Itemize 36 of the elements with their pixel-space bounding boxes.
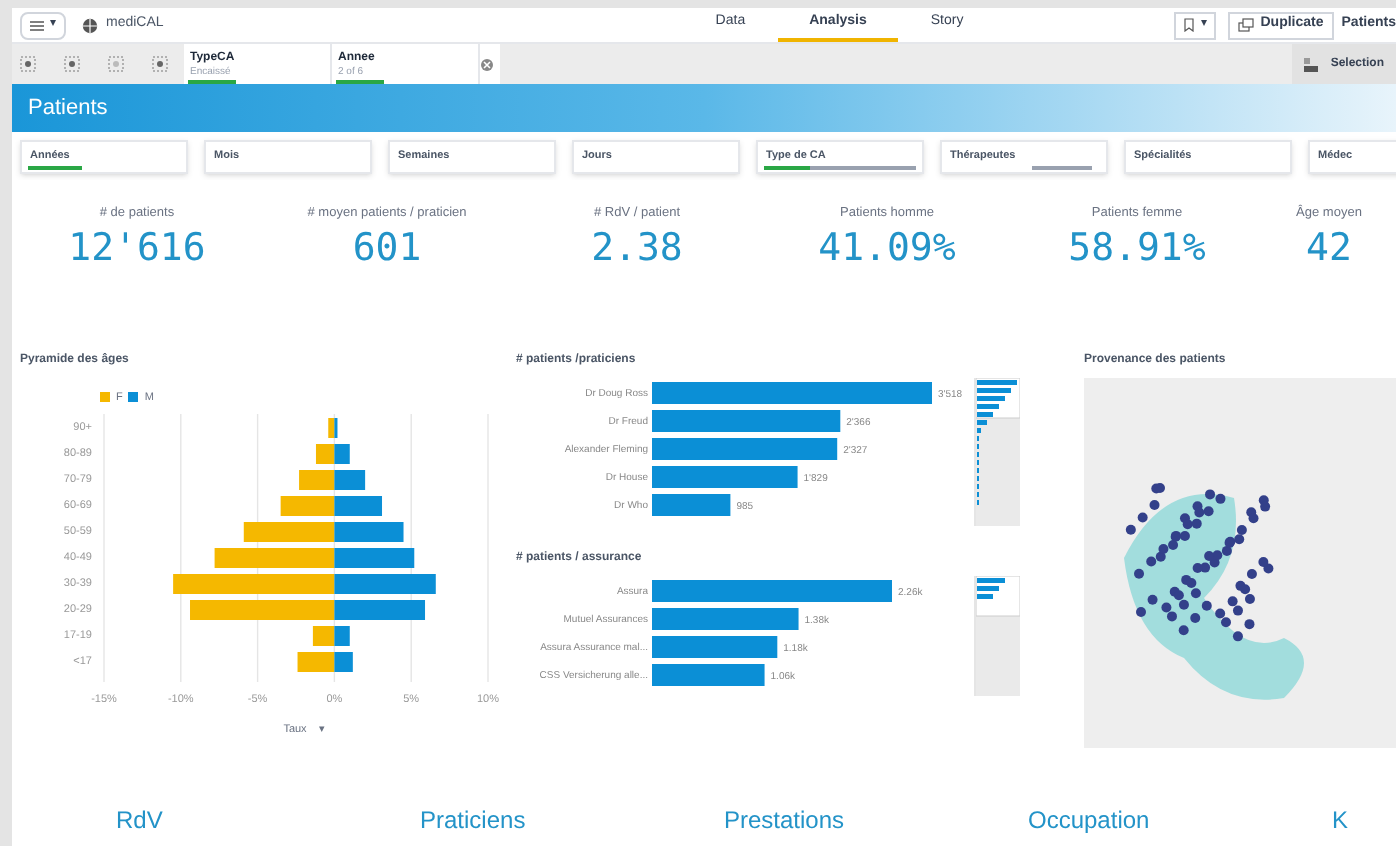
legend-swatch [100, 392, 110, 403]
legend-swatch [128, 392, 139, 403]
bar [315, 444, 335, 464]
bar [299, 470, 335, 490]
section-title: K [1330, 804, 1351, 838]
bar [334, 496, 382, 516]
kpi-value: 42 [1306, 223, 1352, 272]
scroll-overview-drawing[interactable] [976, 575, 1020, 696]
duplicate-icon [1238, 18, 1255, 32]
globe-icon [82, 17, 98, 33]
step-back-icon[interactable] [64, 56, 80, 72]
bar [652, 493, 731, 516]
kpi-value: 12'616 [68, 223, 206, 272]
bookmark-icon [1184, 18, 1195, 32]
bar [334, 470, 366, 490]
clear-all-icon[interactable] [152, 56, 168, 72]
section-title: Prestations [722, 804, 847, 838]
bar [334, 522, 404, 542]
bar [243, 522, 335, 542]
menu-icon [30, 19, 44, 31]
grid-icon [1304, 57, 1319, 71]
bar [652, 663, 765, 686]
section-title: Praticiens [418, 804, 528, 838]
scroll-overview-drawing[interactable] [976, 377, 1020, 526]
kpi-value: 2.38 [591, 223, 683, 272]
bar [652, 635, 778, 658]
section-title: Occupation [1026, 804, 1152, 838]
kpi-value: 41.09% [818, 223, 956, 272]
step-forward-icon[interactable] [108, 56, 124, 72]
kpi-value: 601 [352, 223, 422, 272]
sheet-title: Patients [28, 93, 108, 124]
clear-icon[interactable] [480, 57, 494, 71]
bar [280, 496, 335, 516]
kpi-value: 58.91% [1068, 223, 1206, 272]
search-select-icon[interactable] [20, 56, 36, 72]
section-title: RdV [114, 804, 165, 838]
